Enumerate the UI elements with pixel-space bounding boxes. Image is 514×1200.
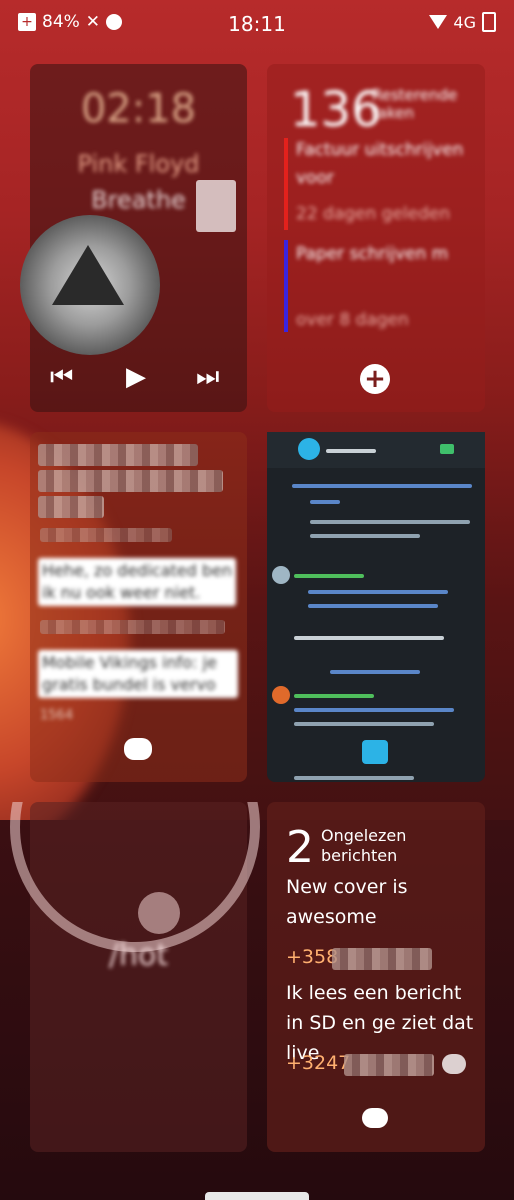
task-priority-bar [284,138,288,230]
music-song: Breathe [91,186,186,214]
blurred-message [38,496,104,518]
task-title: Paper schrijven m [296,244,449,264]
add-task-icon[interactable]: + [360,364,390,394]
whatsapp-line [294,776,414,780]
whatsapp-line [326,449,376,453]
whatsapp-avatar [272,566,290,584]
whatsapp-line [308,590,448,594]
task-title-continued: voor [296,168,334,188]
next-track-icon[interactable]: ⏭ [196,362,219,393]
whatsapp-avatar [298,438,320,460]
hot-label: /hot [108,938,169,973]
sms-bubble: Hehe, zo dedicated ben ik nu ook weer ni… [38,558,236,606]
sms-meta: 1564 [40,708,74,723]
blurred-meta [40,620,225,634]
task-due: 22 dagen geleden [296,204,451,224]
whatsapp-avatar [272,686,290,704]
tasks-count: 136 [290,82,382,138]
tasks-label: Resterende taken [372,86,458,122]
status-bar: + 84% ✕ 18:11 4G [0,0,514,50]
whatsapp-line [294,708,454,712]
message-sender: +3247 [286,1052,351,1074]
whatsapp-line [294,694,374,698]
battery-icon [482,12,496,32]
whatsapp-line [330,670,420,674]
chat-icon[interactable] [124,738,152,760]
network-type: 4G [453,12,476,32]
blurred-message [38,444,198,466]
task-priority-bar [284,240,288,332]
wifi-icon [429,15,448,29]
task-title: Factuur uitschrijven [296,140,464,160]
blurred-number [344,1054,434,1076]
unread-count: 2 [286,822,314,873]
previous-track-icon[interactable]: ⏮ [50,362,73,393]
home-handle[interactable] [205,1192,309,1200]
whatsapp-line [294,636,444,640]
status-right: 4G [429,12,496,32]
chat-icon [442,1054,466,1074]
whatsapp-line [292,484,472,488]
blurred-message [38,470,223,492]
hot-emblem-knot [138,892,180,934]
video-call-icon[interactable] [440,444,454,454]
whatsapp-line [294,574,364,578]
whatsapp-line [308,604,438,608]
sms-bubble: Mobile Vikings info: je gratis bundel is… [38,650,238,698]
chat-icon[interactable] [362,1108,388,1128]
blurred-meta [40,528,172,542]
blurred-number [332,948,432,970]
whatsapp-image-thumb [362,740,388,764]
whatsapp-line [310,520,470,524]
task-due: over 8 dagen [296,310,409,330]
play-icon[interactable]: ▶ [126,362,146,392]
album-art-prism-icon [52,245,124,305]
music-clock: 02:18 [80,86,197,132]
whatsapp-line [310,534,420,538]
message-sender: +358 [286,946,339,968]
whatsapp-line [294,722,434,726]
music-artist: Pink Floyd [77,150,200,178]
whatsapp-line [310,500,340,504]
unread-label: Ongelezen berichten [321,826,407,865]
message-preview: New cover is awesome [286,876,408,928]
